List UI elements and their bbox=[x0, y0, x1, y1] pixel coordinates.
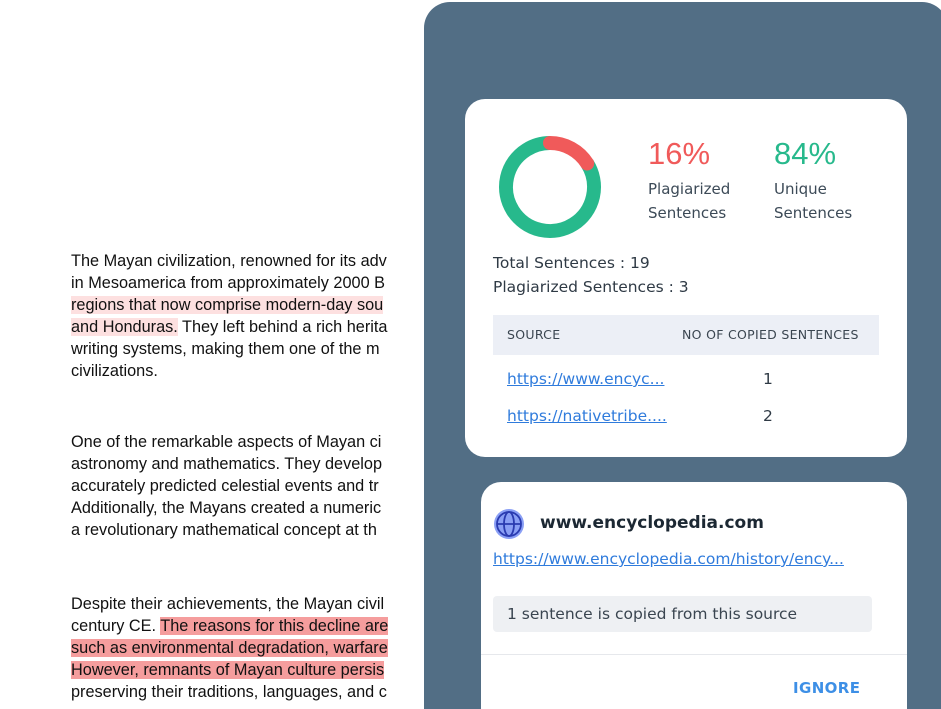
text-line: in Mesoamerica from approximately 2000 B bbox=[71, 272, 431, 294]
source-site-title: www.encyclopedia.com bbox=[540, 513, 764, 533]
text-line: accurately predicted celestial events an… bbox=[71, 475, 431, 497]
text-segment: They left behind a rich herita bbox=[177, 318, 388, 336]
text-line: writing systems, making them one of the … bbox=[71, 338, 431, 360]
source-link[interactable]: https://nativetribe.... bbox=[507, 407, 667, 425]
document-text: The Mayan civilization, renowned for its… bbox=[71, 250, 431, 709]
plagiarized-sentences-count: Plagiarized Sentences : 3 bbox=[493, 278, 689, 296]
header-source: SOURCE bbox=[507, 327, 561, 342]
text-segment: astronomy and mathematics. They develop bbox=[71, 455, 383, 473]
text-line: The Mayan civilization, renowned for its… bbox=[71, 250, 431, 272]
divider bbox=[481, 654, 907, 655]
text-segment: preserving their traditions, languages, … bbox=[71, 683, 387, 701]
text-line: preserving their traditions, languages, … bbox=[71, 681, 431, 703]
source-link[interactable]: https://www.encyc... bbox=[507, 370, 664, 388]
copied-info-box: 1 sentence is copied from this source bbox=[493, 596, 872, 632]
highlighted-text: regions that now comprise modern-day sou bbox=[71, 296, 384, 314]
text-line: regions that now comprise modern-day sou bbox=[71, 294, 431, 316]
plagiarism-panel: 16% Plagiarized Sentences 84% Unique Sen… bbox=[424, 2, 941, 709]
paragraph-2: One of the remarkable aspects of Mayan c… bbox=[71, 431, 431, 541]
summary-card: 16% Plagiarized Sentences 84% Unique Sen… bbox=[465, 99, 907, 457]
text-segment: civilizations. bbox=[71, 362, 158, 380]
text-line: and Honduras. They left behind a rich he… bbox=[71, 316, 431, 338]
unique-percent: 84% bbox=[774, 136, 837, 171]
highlighted-text: such as environmental degradation, warfa… bbox=[71, 639, 388, 657]
total-sentences: Total Sentences : 19 bbox=[493, 254, 650, 272]
text-line: civilizations. bbox=[71, 360, 431, 382]
text-line: Despite their achievements, the Mayan ci… bbox=[71, 593, 431, 615]
table-row: https://www.encyc... 1 bbox=[493, 367, 879, 397]
text-line: astronomy and mathematics. They develop bbox=[71, 453, 431, 475]
copied-count: 2 bbox=[763, 407, 773, 425]
paragraph-1: The Mayan civilization, renowned for its… bbox=[71, 250, 431, 382]
text-segment: writing systems, making them one of the … bbox=[71, 340, 380, 358]
highlighted-text: However, remnants of Mayan culture persi… bbox=[71, 661, 385, 679]
table-row: https://nativetribe.... 2 bbox=[493, 404, 879, 434]
text-segment: accurately predicted celestial events an… bbox=[71, 477, 379, 495]
text-segment: Additionally, the Mayans created a numer… bbox=[71, 499, 382, 517]
text-line: However, remnants of Mayan culture persi… bbox=[71, 659, 431, 681]
ignore-button[interactable]: IGNORE bbox=[793, 679, 860, 697]
source-detail-card: www.encyclopedia.com https://www.encyclo… bbox=[481, 482, 907, 709]
text-line: century CE. The reasons for this decline… bbox=[71, 615, 431, 637]
text-segment: a revolutionary mathematical concept at … bbox=[71, 521, 377, 539]
text-segment: century CE. bbox=[71, 617, 161, 635]
copied-info-text: 1 sentence is copied from this source bbox=[507, 605, 798, 623]
unique-label: Unique Sentences bbox=[774, 180, 853, 222]
text-segment: One of the remarkable aspects of Mayan c… bbox=[71, 433, 382, 451]
globe-icon bbox=[494, 509, 524, 539]
text-line: Additionally, the Mayans created a numer… bbox=[71, 497, 431, 519]
paragraph-3: Despite their achievements, the Mayan ci… bbox=[71, 593, 431, 703]
plagiarized-label: Plagiarized Sentences bbox=[648, 180, 731, 222]
header-copied-count: NO OF COPIED SENTENCES bbox=[682, 327, 859, 342]
highlighted-text: The reasons for this decline are bbox=[160, 617, 389, 635]
sources-table-header: SOURCE NO OF COPIED SENTENCES bbox=[493, 315, 879, 355]
text-line: such as environmental degradation, warfa… bbox=[71, 637, 431, 659]
plagiarism-donut-chart bbox=[499, 136, 601, 238]
text-segment: Despite their achievements, the Mayan ci… bbox=[71, 595, 385, 613]
text-line: a revolutionary mathematical concept at … bbox=[71, 519, 431, 541]
source-url-link[interactable]: https://www.encyclopedia.com/history/enc… bbox=[493, 550, 844, 568]
copied-count: 1 bbox=[763, 370, 773, 388]
text-segment: in Mesoamerica from approximately 2000 B bbox=[71, 274, 386, 292]
text-line: One of the remarkable aspects of Mayan c… bbox=[71, 431, 431, 453]
plagiarized-percent: 16% bbox=[648, 136, 711, 171]
text-segment: The Mayan civilization, renowned for its… bbox=[71, 252, 387, 270]
highlighted-text: and Honduras. bbox=[71, 318, 178, 336]
